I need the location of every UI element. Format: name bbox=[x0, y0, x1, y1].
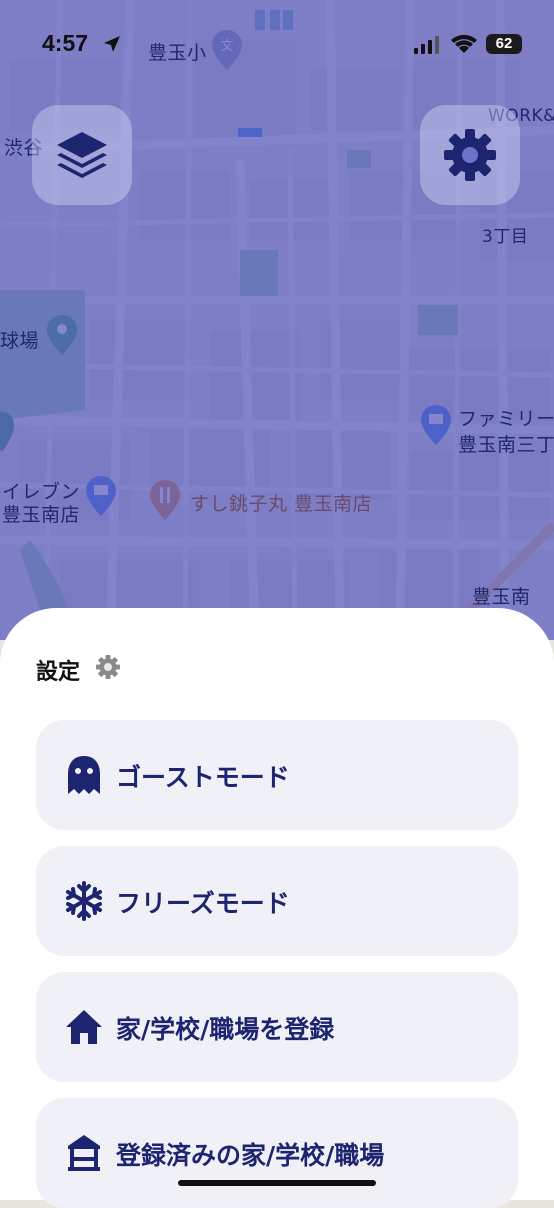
registered-places-label: 登録済みの家/学校/職場 bbox=[116, 1141, 385, 1170]
register-places-label: 家/学校/職場を登録 bbox=[116, 1015, 335, 1044]
home-indicator[interactable] bbox=[178, 1180, 376, 1186]
map-label-ballpark: 球場 bbox=[0, 330, 40, 352]
map-view[interactable]: 文 豊玉小 渋谷 WORK& 3丁目 球場 ファミリー 豊玉南三丁 イレブン 豊… bbox=[0, 0, 554, 640]
status-bar: 4:57 62 bbox=[0, 0, 554, 88]
map-label-chome: 3丁目 bbox=[482, 227, 529, 247]
map-label-sushi: すし銚子丸 豊玉南店 bbox=[190, 493, 373, 515]
map-streets bbox=[0, 0, 554, 640]
cellular-signal-icon bbox=[414, 36, 439, 54]
register-places-item[interactable]: 家/学校/職場を登録 bbox=[36, 972, 518, 1082]
settings-title: 設定 bbox=[36, 660, 81, 685]
settings-button[interactable] bbox=[420, 105, 520, 205]
status-time: 4:57 bbox=[42, 30, 89, 56]
settings-gear-icon bbox=[96, 655, 120, 679]
layers-button[interactable] bbox=[32, 105, 132, 205]
family-mart-pin-icon[interactable] bbox=[421, 405, 451, 445]
battery-level-text: 62 bbox=[495, 35, 513, 52]
map-label-toyotama: 豊玉南 bbox=[472, 586, 531, 608]
home-icon bbox=[66, 1010, 102, 1044]
ghost-mode-label: ゴーストモード bbox=[116, 763, 290, 792]
map-pin-edge-icon[interactable] bbox=[0, 412, 16, 452]
registered-places-item[interactable]: 登録済みの家/学校/職場 bbox=[36, 1098, 518, 1208]
map-label-eleven-2: 豊玉南店 bbox=[2, 504, 81, 526]
ballpark-pin-icon[interactable] bbox=[47, 315, 77, 355]
wifi-icon bbox=[451, 34, 477, 53]
restaurant-pin-icon[interactable] bbox=[150, 480, 180, 520]
freeze-mode-label: フリーズモード bbox=[116, 889, 290, 918]
settings-sheet: 設定 ゴーストモード フリーズモード 家/学校/職場を登録 登録済みの家/学校/… bbox=[0, 608, 554, 1208]
freeze-mode-item[interactable]: フリーズモード bbox=[36, 846, 518, 956]
ghost-mode-item[interactable]: ゴーストモード bbox=[36, 720, 518, 830]
gear-icon bbox=[444, 129, 496, 181]
map-label-family-1: ファミリー bbox=[458, 408, 554, 430]
layers-icon bbox=[57, 132, 107, 178]
battery-indicator: 62 bbox=[486, 34, 522, 54]
building-icon bbox=[68, 1135, 100, 1171]
ghost-icon bbox=[68, 756, 100, 794]
map-label-family-2: 豊玉南三丁 bbox=[458, 434, 554, 456]
seven-eleven-pin-icon[interactable] bbox=[86, 476, 116, 516]
snowflake-icon bbox=[66, 881, 102, 921]
location-arrow-icon bbox=[104, 36, 120, 52]
